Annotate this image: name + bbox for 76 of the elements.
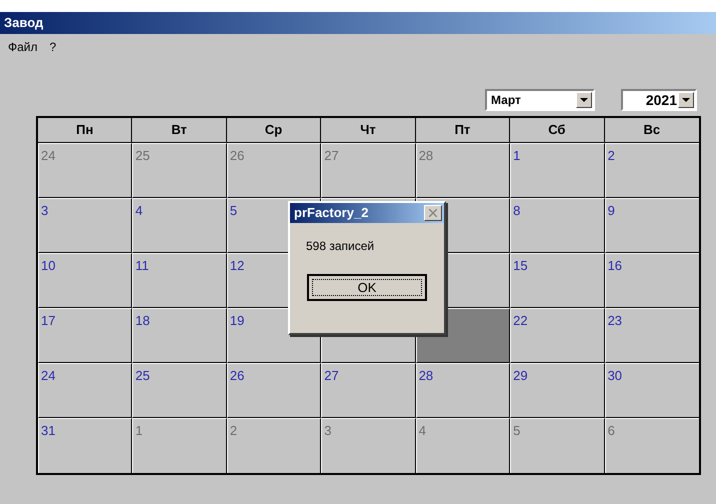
day-cell[interactable]: 5	[510, 418, 605, 473]
day-number: 31	[41, 422, 56, 440]
day-number: 5	[513, 422, 520, 440]
day-cell[interactable]: 17	[38, 308, 132, 363]
day-cell[interactable]: 27	[321, 363, 416, 418]
day-cell[interactable]: 2	[604, 143, 699, 198]
day-number: 15	[513, 257, 528, 275]
day-number: 10	[41, 257, 56, 275]
day-number: 26	[230, 147, 244, 165]
day-number: 27	[324, 367, 339, 385]
year-dropdown[interactable]: 2021	[621, 89, 697, 111]
menu-item[interactable]: Файл	[8, 38, 38, 56]
menu-item[interactable]: ?	[50, 38, 56, 56]
day-cell[interactable]: 26	[226, 363, 322, 418]
day-number: 4	[135, 202, 143, 220]
day-cell[interactable]: 25	[132, 143, 227, 198]
day-cell[interactable]: 16	[604, 253, 699, 308]
day-cell[interactable]: 29	[510, 363, 605, 418]
day-cell[interactable]: 2	[226, 418, 322, 473]
day-cell[interactable]: 9	[604, 198, 699, 253]
month-dropdown[interactable]: Март	[485, 89, 595, 111]
day-number: 8	[513, 202, 520, 220]
day-cell[interactable]: 26	[226, 143, 322, 198]
day-cell[interactable]: 4	[132, 198, 227, 253]
day-cell[interactable]: 24	[38, 363, 132, 418]
day-cell[interactable]: 10	[38, 253, 132, 308]
day-number: 2	[230, 422, 238, 440]
day-number: 28	[418, 147, 434, 165]
day-cell[interactable]: 28	[416, 363, 510, 418]
day-number: 9	[608, 202, 615, 220]
day-cell[interactable]: 8	[510, 198, 605, 253]
day-number: 17	[41, 312, 56, 330]
day-cell[interactable]: 31	[38, 418, 132, 473]
day-number: 30	[608, 367, 622, 385]
day-cell[interactable]: 3	[38, 198, 132, 253]
day-cell[interactable]: 15	[510, 253, 605, 308]
ok-button[interactable]: OK	[307, 274, 427, 301]
day-number: 6	[608, 422, 615, 440]
day-number: 1	[135, 422, 143, 440]
window-title: Завод	[0, 12, 716, 34]
day-number: 24	[41, 367, 56, 385]
day-cell[interactable]: 1	[132, 418, 227, 473]
day-number: 25	[135, 367, 150, 385]
day-cell[interactable]: 27	[321, 143, 416, 198]
day-cell[interactable]: 25	[132, 363, 227, 418]
day-cell[interactable]: 22	[510, 308, 605, 363]
day-number: 24	[41, 147, 56, 165]
day-number: 27	[324, 147, 339, 165]
day-cell[interactable]: 3	[321, 418, 416, 473]
day-number: 25	[135, 147, 150, 165]
day-cell[interactable]: 18	[132, 308, 227, 363]
day-number: 12	[230, 257, 244, 275]
day-number: 16	[608, 257, 622, 275]
day-cell[interactable]: 23	[604, 308, 699, 363]
day-number: 5	[230, 202, 238, 220]
day-number: 22	[513, 312, 528, 330]
day-number: 1	[513, 147, 520, 165]
day-number: 3	[41, 202, 48, 220]
day-number: 18	[135, 312, 150, 330]
day-cell[interactable]: 1	[510, 143, 605, 198]
day-number: 26	[230, 367, 244, 385]
day-number: 4	[418, 422, 426, 440]
day-number: 3	[324, 422, 332, 440]
day-cell[interactable]: 30	[604, 363, 699, 418]
day-cell[interactable]: 28	[416, 143, 510, 198]
day-cell[interactable]: 4	[416, 418, 510, 473]
day-number: 11	[135, 257, 149, 275]
close-icon[interactable]	[424, 205, 442, 221]
day-cell[interactable]: 24	[38, 143, 132, 198]
day-number: 2	[608, 147, 615, 165]
day-number: 29	[513, 367, 528, 385]
day-number: 23	[608, 312, 622, 330]
day-cell[interactable]: 6	[604, 418, 699, 473]
day-number: 28	[418, 367, 434, 385]
day-number: 19	[230, 312, 244, 330]
day-cell[interactable]: 11	[132, 253, 227, 308]
